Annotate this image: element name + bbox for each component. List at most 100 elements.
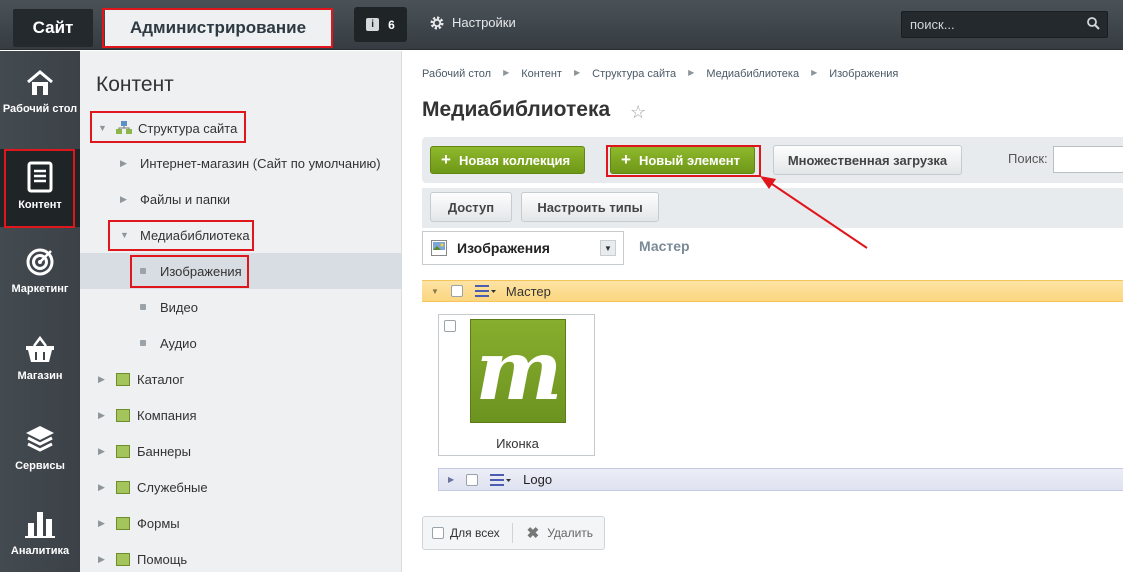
bullet-icon	[140, 304, 146, 310]
search-input[interactable]	[1053, 146, 1123, 173]
tree-item-service[interactable]: ▶ Служебные	[80, 469, 401, 505]
chevron-down-icon[interactable]: ▼	[98, 123, 108, 133]
breadcrumb-item[interactable]: Медиабиблиотека	[706, 68, 799, 80]
bar-chart-icon	[25, 512, 55, 538]
breadcrumb-item[interactable]: Структура сайта	[592, 68, 676, 80]
tree-item-catalog[interactable]: ▶ Каталог	[80, 361, 401, 397]
search-icon[interactable]	[1086, 16, 1100, 30]
chevron-down-icon[interactable]: ▼	[600, 240, 616, 256]
nav-content[interactable]: Контент	[0, 149, 80, 227]
new-collection-button[interactable]: + Новая коллекция	[430, 146, 586, 174]
section-name: Мастер	[505, 283, 551, 299]
breadcrumb: Рабочий стол ▶ Контент ▶ Структура сайта ▶ …	[422, 68, 898, 80]
settings-button[interactable]: Настройки	[430, 15, 516, 30]
admin-tab[interactable]: Администрирование	[105, 9, 331, 47]
top-bar: Сайт Администрирование i 6 Настройки пои…	[0, 0, 1123, 50]
chevron-right-icon[interactable]: ▶	[98, 374, 108, 385]
media-item-card[interactable]: m Иконка	[438, 314, 595, 456]
nav-desktop[interactable]: Рабочий стол	[0, 69, 80, 115]
iblock-icon	[116, 516, 130, 530]
search-input[interactable]: поиск...	[901, 11, 1108, 38]
breadcrumb-item[interactable]: Рабочий стол	[422, 68, 491, 80]
main-nav: Рабочий стол Контент Маркетинг Магазин С…	[0, 51, 80, 572]
main-content: Рабочий стол ▶ Контент ▶ Структура сайта ▶ …	[402, 51, 1123, 572]
notifications-button[interactable]: i 6	[354, 7, 407, 42]
chevron-right-icon[interactable]: ▶	[98, 446, 108, 457]
chevron-down-icon[interactable]: ▼	[120, 230, 130, 240]
button-label: Новый элемент	[638, 152, 741, 168]
search-placeholder: поиск...	[910, 17, 955, 32]
tree-item-images[interactable]: Изображения	[80, 253, 401, 289]
tree-item-banners[interactable]: ▶ Баннеры	[80, 433, 401, 469]
notifications-count: 6	[388, 17, 395, 32]
basket-icon	[26, 336, 54, 362]
chevron-right-icon[interactable]: ▶	[120, 158, 130, 169]
divider	[511, 523, 513, 543]
chevron-right-icon[interactable]: ▶	[448, 475, 454, 484]
list-menu-icon[interactable]	[474, 284, 497, 298]
structure-icon	[116, 121, 132, 134]
new-element-button[interactable]: + Новый элемент	[610, 146, 756, 174]
tree-item-medialib[interactable]: ▼ Медиабиблиотека	[80, 217, 401, 253]
tree-label: Изображения	[160, 263, 242, 279]
tree-item-forms[interactable]: ▶ Формы	[80, 505, 401, 541]
tree-item-files[interactable]: ▶ Файлы и папки	[80, 181, 401, 217]
tree-label: Баннеры	[137, 443, 191, 459]
tree-item-video[interactable]: Видео	[80, 289, 401, 325]
item-thumbnail[interactable]: m	[470, 319, 566, 423]
chevron-right-icon[interactable]: ▶	[98, 410, 108, 421]
chevron-right-icon[interactable]: ▶	[120, 194, 130, 205]
site-tab[interactable]: Сайт	[13, 9, 93, 47]
select-value: Изображения	[457, 240, 550, 256]
iblock-icon	[116, 552, 130, 566]
chevron-down-icon[interactable]: ▼	[431, 287, 439, 296]
tree-item-company[interactable]: ▶ Компания	[80, 397, 401, 433]
nav-analytics[interactable]: Аналитика	[0, 509, 80, 557]
section-checkbox[interactable]	[450, 285, 463, 297]
delete-label: Удалить	[547, 526, 594, 540]
close-icon: ✖	[526, 525, 540, 542]
tree-label: Интернет-магазин (Сайт по умолчанию)	[140, 155, 381, 171]
breadcrumb-item[interactable]: Контент	[521, 68, 562, 80]
nav-label: Аналитика	[10, 545, 70, 557]
select-all-checkbox[interactable]	[432, 527, 444, 539]
nav-label: Контент	[18, 199, 62, 211]
tree-item-shop[interactable]: ▶ Интернет-магазин (Сайт по умолчанию)	[80, 145, 401, 181]
chevron-right-icon[interactable]: ▶	[98, 482, 108, 493]
plus-icon: +	[621, 150, 631, 169]
subsection-checkbox[interactable]	[466, 473, 479, 486]
tree-label: Помощь	[137, 551, 188, 567]
nav-label: Рабочий стол	[2, 103, 78, 115]
chevron-right-icon[interactable]: ▶	[98, 554, 108, 565]
info-icon: i	[366, 18, 380, 31]
chevron-right-icon[interactable]: ▶	[98, 518, 108, 529]
item-checkbox[interactable]	[444, 320, 456, 332]
collection-select[interactable]: Изображения ▼	[422, 231, 624, 265]
content-sidebar: Контент ▼ Структура сайта ▶ Интернет-маг…	[80, 51, 402, 572]
layers-icon	[26, 426, 54, 452]
select-all-label[interactable]: Для всех	[450, 526, 500, 540]
nav-services[interactable]: Сервисы	[0, 424, 80, 472]
tree-item-help[interactable]: ▶ Помощь	[80, 541, 401, 572]
page-title: Медиабиблиотека	[422, 98, 611, 121]
list-menu-icon[interactable]	[490, 473, 512, 487]
configure-types-button[interactable]: Настроить типы	[521, 192, 659, 222]
delete-button[interactable]: ✖ Удалить	[527, 524, 593, 542]
star-icon[interactable]: ☆	[630, 102, 646, 123]
tree-label: Структура сайта	[138, 120, 238, 136]
tree-item-audio[interactable]: Аудио	[80, 325, 401, 361]
tree-label: Формы	[137, 515, 180, 531]
tree-label: Служебные	[137, 479, 208, 495]
nav-shop[interactable]: Магазин	[0, 336, 80, 382]
target-icon	[26, 248, 54, 276]
access-button[interactable]: Доступ	[430, 192, 512, 222]
master-link[interactable]: Мастер	[639, 238, 690, 254]
sidebar-title: Контент	[96, 73, 174, 96]
section-row: ▼ Мастер	[422, 280, 1123, 302]
nav-label: Магазин	[17, 370, 63, 382]
nav-marketing[interactable]: Маркетинг	[0, 247, 80, 295]
search-label: Поиск:	[1008, 151, 1048, 166]
tree-item-site-structure[interactable]: ▼ Структура сайта	[80, 110, 401, 146]
annotation-arrow	[760, 176, 868, 249]
breadcrumb-item[interactable]: Изображения	[829, 68, 898, 80]
